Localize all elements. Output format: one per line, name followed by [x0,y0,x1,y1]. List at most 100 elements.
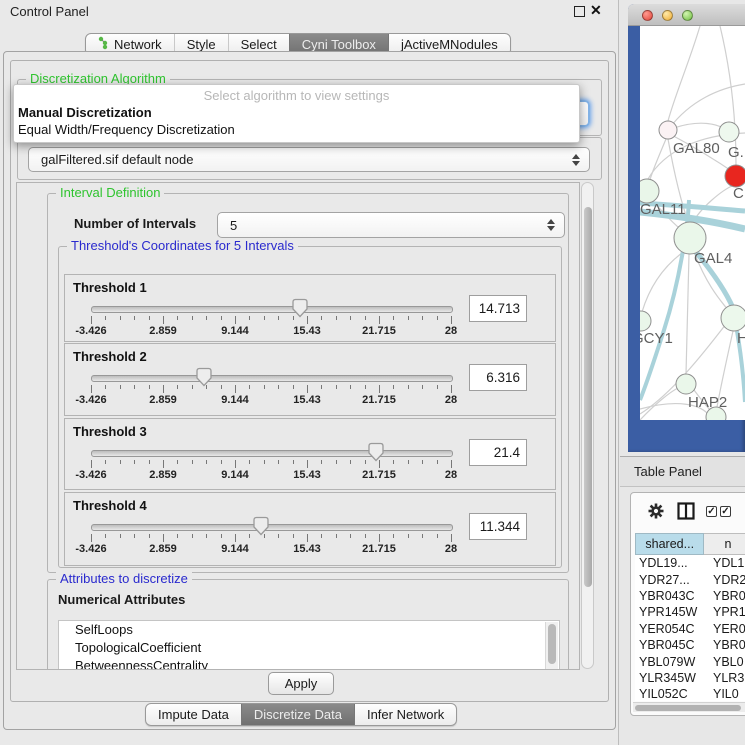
table-cell[interactable]: YIL0 [713,687,745,701]
traffic-light-close-icon[interactable] [642,10,653,21]
table-cell[interactable]: YLR345W [635,671,713,685]
interval-definition-title: Interval Definition [56,185,164,200]
threshold-row-2: Threshold 2 -3.4262.8599.14415.4321.7152… [64,343,556,416]
table-scrollbar-thumb[interactable] [635,705,741,711]
table-cell[interactable]: YBR0 [713,589,745,603]
table-row[interactable]: YBR045CYBR0 [635,637,745,653]
threshold-slider[interactable] [91,375,453,382]
dropdown-option-manual-discretization[interactable]: Manual Discretization [18,105,152,120]
table-cell[interactable]: YER0 [713,622,745,636]
settings-gear-icon[interactable] [647,502,665,525]
traffic-light-minimize-icon[interactable] [662,10,673,21]
attribute-item[interactable]: SelfLoops [59,621,559,639]
table-data-combobox[interactable]: galFiltered.sif default node [28,147,590,172]
table-cell[interactable]: YBR045C [635,638,713,652]
node-table-body[interactable]: YDL19...YDL1YDR27...YDR2YBR043CYBR0YPR14… [635,555,745,701]
table-panel-titlebar: Table Panel [620,456,745,487]
table-horizontal-scrollbar[interactable] [633,702,745,712]
table-row[interactable]: YDL19...YDL1 [635,555,745,571]
tick-mark [422,316,423,320]
tick-mark [307,316,308,324]
checkbox-checked-icon[interactable]: ✓ [706,506,717,517]
table-cell[interactable]: YER054C [635,622,713,636]
threshold-value-field[interactable]: 21.4 [469,439,527,466]
table-cell[interactable]: YDL19... [635,556,713,570]
slider-thumb[interactable] [195,367,213,387]
tick-mark [437,460,438,464]
network-node[interactable] [676,374,696,394]
table-cell[interactable]: YPR145W [635,605,713,619]
slider-thumb[interactable] [252,516,270,536]
table-cell[interactable]: YDL1 [713,556,745,570]
dropdown-option-equal-width-frequency[interactable]: Equal Width/Frequency Discretization [18,122,235,137]
table-row[interactable]: YLR345WYLR3 [635,670,745,686]
table-cell[interactable]: YDR27... [635,573,713,587]
tab-impute-data[interactable]: Impute Data [146,704,241,725]
table-cell[interactable]: YDR2 [713,573,745,587]
apply-button[interactable]: Apply [268,672,334,695]
table-row[interactable]: YIL052CYIL0 [635,686,745,701]
dropdown-hint-item[interactable]: Select algorithm to view settings [14,88,579,103]
threshold-value-field[interactable]: 11.344 [469,513,527,540]
tick-mark [408,385,409,389]
slider-tick-labels: -3.4262.8599.14415.4321.71528 [91,325,451,337]
table-cell[interactable]: YLR3 [713,671,745,685]
tick-mark [163,460,164,468]
network-node[interactable] [640,311,651,331]
numerical-attributes-label: Numerical Attributes [58,592,185,607]
tab-discretize-data[interactable]: Discretize Data [241,704,354,725]
table-row[interactable]: YDR27...YDR2 [635,571,745,587]
threshold-value-field[interactable]: 6.316 [469,364,527,391]
traffic-light-zoom-icon[interactable] [682,10,693,21]
list-scrollbar[interactable] [545,622,558,670]
network-node[interactable] [640,179,659,203]
slider-ticks [91,385,451,393]
network-canvas[interactable]: GAL80G.CGAL11GAL4GCY1HHAP2 [640,26,745,420]
table-cell[interactable]: YBR0 [713,638,745,652]
table-cell[interactable]: YBR043C [635,589,713,603]
attribute-item[interactable]: TopologicalCoefficient [59,639,559,657]
column-header-name[interactable]: n [704,533,745,555]
table-cell[interactable]: YBL0 [713,655,745,669]
table-cell[interactable]: YIL052C [635,687,713,701]
number-of-intervals-combobox[interactable]: 5 [217,212,565,238]
table-panel: ✓ ✓ shared... n YDL19...YDL1YDR27...YDR2… [630,492,745,716]
table-row[interactable]: YBL079WYBL0 [635,653,745,669]
settings-vertical-scrollbar[interactable] [581,182,594,669]
table-row[interactable]: YER054CYER0 [635,621,745,637]
tick-mark [149,316,150,320]
settings-scrollbar-thumb[interactable] [584,207,592,587]
tick-mark [379,460,380,468]
network-node[interactable] [719,122,739,142]
slider-thumb[interactable] [291,298,309,318]
network-node[interactable] [721,305,745,331]
float-window-icon[interactable] [574,6,585,17]
table-cell[interactable]: YPR1 [713,605,745,619]
table-cell[interactable]: YBL079W [635,655,713,669]
threshold-slider[interactable] [91,524,453,531]
column-header-shared-name[interactable]: shared... [635,533,704,555]
tick-label: 9.144 [221,469,249,481]
control-panel: Control Panel ✕ Network Style Se [0,0,618,745]
tab-infer-network[interactable]: Infer Network [354,704,456,725]
table-row[interactable]: YBR043CYBR0 [635,588,745,604]
close-icon[interactable]: ✕ [590,2,602,19]
list-scrollbar-thumb[interactable] [548,624,556,664]
slider-thumb[interactable] [367,442,385,462]
tick-mark [235,460,236,468]
attribute-item[interactable]: BetweennessCentrality [59,657,559,670]
threshold-slider[interactable] [91,306,453,313]
checkbox-checked-icon[interactable]: ✓ [720,506,731,517]
tick-mark [192,385,193,389]
network-node[interactable] [659,121,677,139]
tab-style-label: Style [187,37,216,52]
table-row[interactable]: YPR145WYPR1 [635,604,745,620]
tick-mark [278,316,279,320]
threshold-value-field[interactable]: 14.713 [469,295,527,322]
network-node[interactable] [725,165,745,187]
threshold-slider[interactable] [91,450,453,457]
tick-mark [321,385,322,389]
column-layout-icon[interactable] [677,502,695,525]
tick-mark [206,385,207,389]
numerical-attributes-list[interactable]: SelfLoopsTopologicalCoefficientBetweenne… [58,620,560,670]
